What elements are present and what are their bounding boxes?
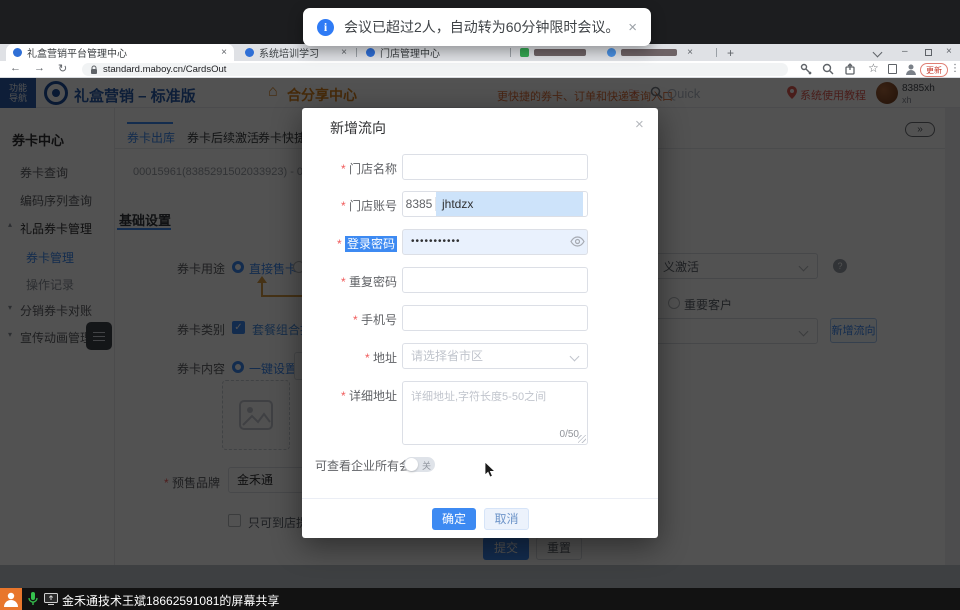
modal-title: 新增流向 <box>330 118 386 138</box>
browser-tab-obscured-2[interactable]: × <box>600 44 700 61</box>
screen-share-icon[interactable] <box>44 593 58 605</box>
browser-tab-strip: 礼盒营销平台管理中心 × 系统培训学习 × 门店管理中心 × + – × <box>0 44 960 61</box>
eye-icon[interactable] <box>570 236 585 247</box>
repeat-password-input[interactable] <box>402 267 588 293</box>
cancel-button[interactable]: 取消 <box>484 508 529 530</box>
browser-tab-title: 系统培训学习 <box>259 45 335 60</box>
update-label: 更新 <box>926 65 942 76</box>
view-members-toggle[interactable]: 关 <box>404 457 435 472</box>
screen-share-bar: 金禾通技术王斌18662591081的屏幕共享 <box>0 588 960 610</box>
tab-close-icon[interactable]: × <box>341 47 347 58</box>
browser-tab-obscured-1[interactable] <box>513 44 597 61</box>
browser-tab-3[interactable]: 门店管理中心 <box>359 44 509 61</box>
confirm-button[interactable]: 确定 <box>432 508 476 530</box>
detail-address-label: 详细地址 <box>302 387 397 404</box>
tab-favicon-icon <box>520 48 529 57</box>
lock-icon <box>90 65 98 75</box>
toggle-state-label: 关 <box>422 459 431 472</box>
toast-message: 会议已超过2人，自动转为60分钟限时会议。 <box>344 17 619 37</box>
back-icon[interactable]: ← <box>10 62 21 74</box>
address-bar[interactable]: standard.maboy.cn/CardsOut <box>82 63 788 76</box>
char-counter: 0/50 <box>560 429 579 440</box>
new-tab-button[interactable]: + <box>727 46 734 60</box>
password-input[interactable]: ••••••••••• <box>402 229 588 255</box>
profile-icon[interactable] <box>905 63 917 75</box>
browser-toolbar: ← → ↻ standard.maboy.cn/CardsOut ☆ 更新 ⋮ <box>0 61 960 78</box>
zoom-icon[interactable] <box>822 63 834 75</box>
account-input[interactable]: 8385 jhtdzx <box>402 191 588 217</box>
address-placeholder: 请选择省市区 <box>411 349 483 363</box>
tab-favicon-icon <box>245 48 254 57</box>
add-flow-modal: 新增流向 × 门店名称 门店账号 8385 jhtdzx 登录密码 ••••••… <box>302 108 658 538</box>
browser-update-button[interactable]: 更新 <box>920 63 948 77</box>
tab-title-obscured <box>621 49 677 56</box>
address-label: 地址 <box>302 349 397 366</box>
modal-footer-divider <box>302 498 658 499</box>
address-select[interactable]: 请选择省市区 <box>402 343 588 369</box>
browser-tab-title: 门店管理中心 <box>380 45 502 60</box>
browser-tab-title: 礼盒营销平台管理中心 <box>27 45 215 60</box>
url-text: standard.maboy.cn/CardsOut <box>103 64 226 75</box>
resize-grip-icon[interactable] <box>578 435 586 443</box>
tab-title-obscured <box>534 49 586 56</box>
tab-close-icon[interactable]: × <box>687 47 693 58</box>
toast-close-icon[interactable]: × <box>628 19 637 36</box>
tab-favicon-icon <box>607 48 616 57</box>
window-close-button[interactable]: × <box>946 46 952 57</box>
meeting-toast: i 会议已超过2人，自动转为60分钟限时会议。 × <box>303 8 651 46</box>
tab-favicon-icon <box>13 48 22 57</box>
repeat-password-label: 重复密码 <box>302 273 397 290</box>
detail-address-placeholder: 详细地址,字符长度5-50之间 <box>411 382 579 404</box>
reload-icon[interactable]: ↻ <box>58 62 67 75</box>
screen: 功能 导航 礼盒营销 – 标准版 ⌂ 合分享中心 更快捷的券卡、订单和快递查询入… <box>0 0 960 610</box>
account-label: 门店账号 <box>302 197 397 214</box>
bookmark-star-icon[interactable]: ☆ <box>868 61 879 75</box>
microphone-icon[interactable] <box>28 592 38 606</box>
detail-address-textarea[interactable]: 详细地址,字符长度5-50之间 0/50 <box>402 381 588 445</box>
tab-separator <box>716 48 717 57</box>
password-label-highlight: 登录密码 <box>345 236 397 252</box>
store-name-input[interactable] <box>402 154 588 180</box>
browser-tab-active[interactable]: 礼盒营销平台管理中心 × <box>6 44 234 61</box>
key-icon[interactable] <box>800 63 812 75</box>
account-prefix: 8385 <box>403 197 436 211</box>
browser-menu-icon[interactable]: ⋮ <box>950 63 960 74</box>
browser-tab-2[interactable]: 系统培训学习 × <box>238 44 354 61</box>
window-maximize-button[interactable] <box>925 49 932 56</box>
account-value-selected: jhtdzx <box>436 192 583 216</box>
tab-close-icon[interactable]: × <box>221 47 227 58</box>
phone-label: 手机号 <box>302 311 397 328</box>
reader-mode-icon[interactable] <box>888 64 897 74</box>
tab-search-chevron-icon[interactable] <box>873 48 883 58</box>
meeting-app-icon[interactable] <box>0 588 22 610</box>
chevron-down-icon <box>570 352 580 362</box>
tab-separator <box>356 48 357 57</box>
tab-favicon-icon <box>366 48 375 57</box>
phone-input[interactable] <box>402 305 588 331</box>
store-name-label: 门店名称 <box>302 160 397 177</box>
info-icon: i <box>317 19 334 36</box>
share-icon[interactable] <box>845 63 857 75</box>
modal-close-icon[interactable]: × <box>635 116 644 133</box>
toggle-knob <box>405 458 418 471</box>
screen-share-text: 金禾通技术王斌18662591081的屏幕共享 <box>62 592 279 609</box>
password-label: 登录密码 <box>302 235 397 252</box>
mouse-cursor-icon <box>484 461 496 478</box>
forward-icon[interactable]: → <box>34 62 45 74</box>
tab-separator <box>510 48 511 57</box>
window-minimize-button[interactable]: – <box>902 46 908 57</box>
